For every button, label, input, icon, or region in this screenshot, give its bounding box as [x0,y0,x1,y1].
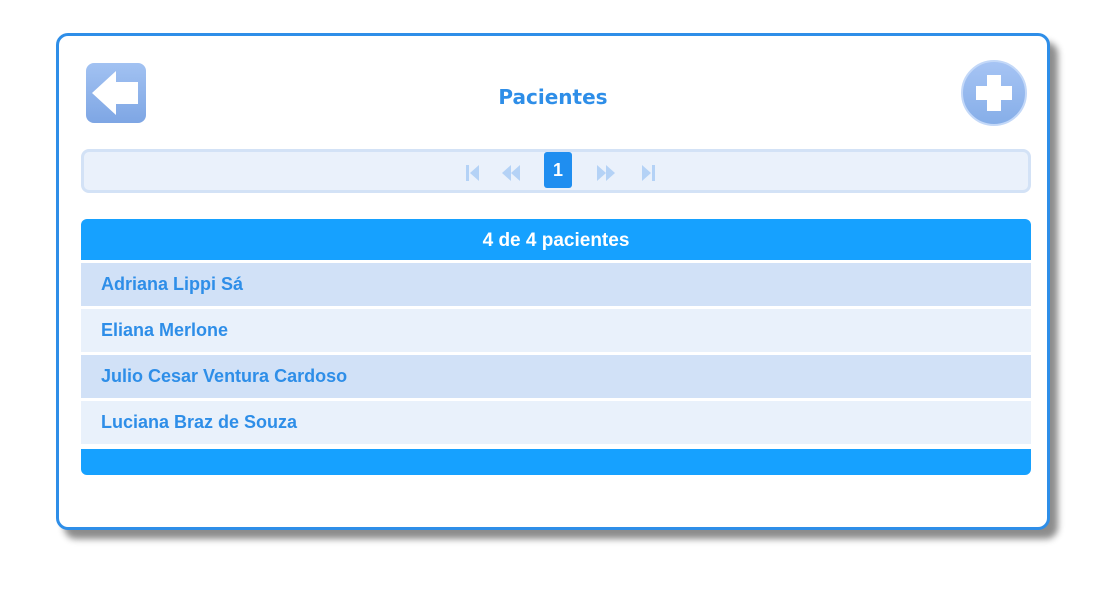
patient-row[interactable]: Julio Cesar Ventura Cardoso [81,355,1031,398]
first-page-button[interactable] [462,162,484,184]
page-title: Pacientes [498,85,608,109]
patient-list: Adriana Lippi Sá Eliana Merlone Julio Ce… [81,263,1031,447]
patient-count-header: 4 de 4 pacientes [81,219,1031,260]
previous-page-button[interactable] [500,162,522,184]
list-footer-bar [81,449,1031,475]
patient-row[interactable]: Adriana Lippi Sá [81,263,1031,306]
pagination-bar: 1 [81,149,1031,193]
last-page-icon [642,165,655,181]
patient-row[interactable]: Luciana Braz de Souza [81,401,1031,444]
next-page-button[interactable] [595,162,617,184]
previous-page-icon [502,165,520,181]
patients-panel: Pacientes 1 4 de 4 pacientes Adriana Lip… [56,33,1050,530]
last-page-button[interactable] [637,162,659,184]
first-page-icon [466,165,479,181]
next-page-icon [597,165,615,181]
current-page-button[interactable]: 1 [544,152,572,188]
plus-icon [976,75,1012,111]
add-patient-button[interactable] [961,60,1027,126]
patient-row[interactable]: Eliana Merlone [81,309,1031,352]
